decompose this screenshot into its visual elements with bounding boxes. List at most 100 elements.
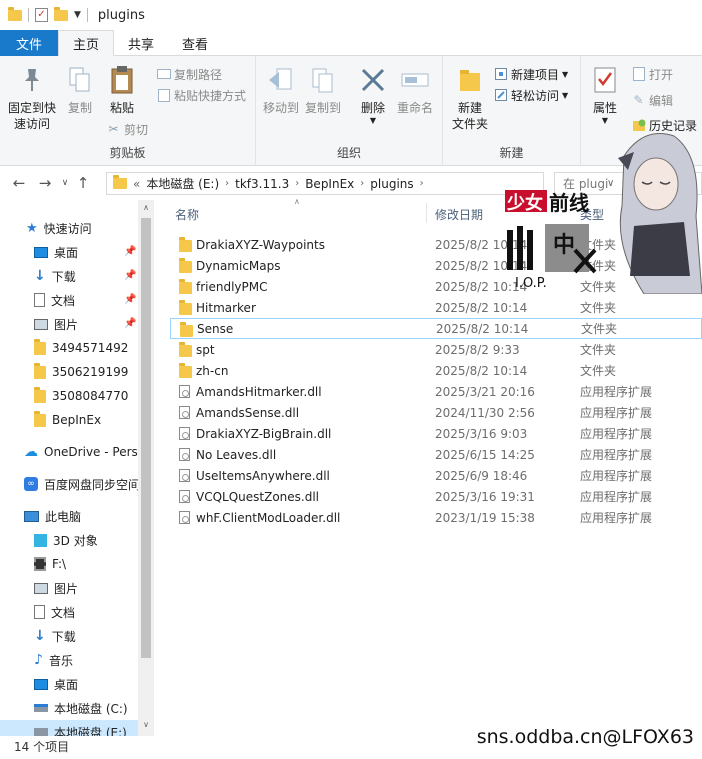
file-name: No Leaves.dll — [196, 447, 277, 462]
nav-baidu-netdisk[interactable]: ∞ 百度网盘同步空间 — [24, 472, 140, 496]
paste-shortcut-button[interactable]: 粘贴快捷方式 — [156, 85, 246, 105]
film-drive-icon — [34, 557, 46, 571]
new-folder-icon — [455, 64, 485, 96]
copy-path-icon — [156, 67, 171, 81]
breadcrumb-overflow[interactable]: « — [133, 177, 140, 191]
column-divider[interactable] — [426, 203, 427, 223]
file-row[interactable]: zh-cn 2025/8/2 10:14 文件夹 — [170, 360, 702, 381]
nav-item-folder-3508084770[interactable]: 3508084770 — [34, 384, 128, 408]
new-folder-quick-icon[interactable] — [54, 6, 68, 21]
nav-this-pc[interactable]: 此电脑 — [24, 504, 81, 528]
easy-access-button[interactable]: 轻松访问 ▼ — [493, 85, 568, 105]
file-row[interactable]: No Leaves.dll 2025/6/15 14:25 应用程序扩展 — [170, 444, 702, 465]
nav-item-pictures[interactable]: 图片 — [34, 312, 78, 336]
delete-x-icon — [358, 64, 388, 96]
nav-pc-desktop[interactable]: 桌面 — [34, 672, 78, 696]
forward-arrow-icon[interactable]: → — [32, 174, 58, 192]
open-icon — [631, 67, 646, 81]
edit-button[interactable]: ✎ 编辑 — [631, 90, 673, 110]
scroll-up-icon[interactable]: ∧ — [138, 203, 154, 212]
file-row[interactable]: DrakiaXYZ-BigBrain.dll 2025/3/16 9:03 应用程序… — [170, 423, 702, 444]
nav-pc-3d-objects[interactable]: 3D 对象 — [34, 528, 98, 552]
nav-item-downloads[interactable]: ↓ 下载 — [34, 264, 76, 288]
tab-home[interactable]: 主页 — [58, 30, 115, 57]
nav-onedrive[interactable]: ☁ OneDrive - Pers — [24, 440, 138, 464]
breadcrumb-bepinex[interactable]: BepInEx — [305, 177, 354, 191]
tab-file[interactable]: 文件 — [0, 30, 58, 56]
pin-icon[interactable]: 📌 — [124, 246, 136, 257]
back-arrow-icon[interactable]: ← — [6, 174, 32, 192]
pin-icon[interactable]: 📌 — [124, 294, 136, 305]
file-row[interactable]: AmandsHitmarker.dll 2025/3/21 20:16 应用程序扩展 — [170, 381, 702, 402]
nav-pc-drive-e[interactable]: 本地磁盘 (E:) — [0, 720, 138, 736]
pin-quick-access-button[interactable]: 固定到快 速访问 — [6, 64, 58, 132]
file-name: DrakiaXYZ-BigBrain.dll — [196, 426, 332, 441]
pin-icon[interactable]: 📌 — [124, 270, 136, 281]
breadcrumb-tkf[interactable]: tkf3.11.3 — [235, 177, 289, 191]
pin-icon[interactable]: 📌 — [124, 318, 136, 329]
pin-label: 固定到快 速访问 — [7, 101, 56, 131]
chevron-down-icon[interactable]: ▼ — [370, 116, 376, 126]
up-arrow-icon[interactable]: ↑ — [72, 174, 94, 192]
column-header-modified[interactable]: 修改日期 — [435, 203, 483, 225]
cut-button[interactable]: ✂ 剪切 — [106, 119, 148, 139]
nav-item-desktop[interactable]: 桌面 — [34, 240, 78, 264]
tab-share[interactable]: 共享 — [114, 30, 168, 56]
chevron-right-icon[interactable]: › — [420, 178, 424, 189]
chevron-down-icon[interactable]: ▼ — [562, 91, 568, 100]
delete-button[interactable]: 删除 ▼ — [356, 64, 390, 126]
file-row[interactable]: VCQLQuestZones.dll 2025/3/16 19:31 应用程序扩展 — [170, 486, 702, 507]
nav-quick-access[interactable]: ★ 快速访问 — [26, 216, 92, 240]
address-bar[interactable]: « 本地磁盘 (E:) › tkf3.11.3 › BepInEx › plug… — [106, 172, 642, 195]
recent-chevron-icon[interactable]: ∨ — [58, 178, 72, 188]
nav-label: 图片 — [54, 317, 79, 332]
nav-pc-music[interactable]: ♪ 音乐 — [34, 648, 73, 672]
file-row[interactable]: Sense 2025/8/2 10:14 文件夹 — [170, 318, 702, 339]
file-row[interactable]: spt 2025/8/2 9:33 文件夹 — [170, 339, 702, 360]
scrollbar-thumb[interactable] — [141, 218, 151, 658]
chevron-down-icon[interactable]: ▼ — [562, 70, 568, 79]
nav-item-folder-3506219199[interactable]: 3506219199 — [34, 360, 128, 384]
copy-button[interactable]: 复制 — [62, 64, 98, 116]
new-item-button[interactable]: 新建项目 ▼ — [493, 64, 568, 84]
rename-button[interactable]: 重命名 — [394, 64, 436, 116]
chevron-right-icon[interactable]: › — [360, 178, 364, 189]
properties-button[interactable]: 属性 ▼ — [589, 64, 621, 126]
nav-scrollbar[interactable]: ∧ ∨ — [138, 200, 154, 736]
nav-pc-drive-c[interactable]: 本地磁盘 (C:) — [34, 696, 128, 720]
file-row[interactable]: AmandsSense.dll 2024/11/30 2:56 应用程序扩展 — [170, 402, 702, 423]
breadcrumb-plugins[interactable]: plugins — [370, 177, 413, 191]
file-type: 应用程序扩展 — [580, 385, 653, 399]
chevron-down-icon[interactable]: ▼ — [602, 116, 608, 126]
nav-pc-drive-f[interactable]: F:\ — [34, 552, 66, 576]
copy-to-button[interactable]: 复制到 — [304, 64, 342, 116]
breadcrumb-drive-e[interactable]: 本地磁盘 (E:) — [146, 175, 219, 192]
paste-button[interactable]: 粘贴 — [104, 64, 140, 116]
chevron-right-icon[interactable]: › — [295, 178, 299, 189]
open-button[interactable]: 打开 — [631, 64, 673, 84]
file-modified-date: 2023/1/19 15:38 — [435, 510, 535, 525]
chevron-down-icon[interactable]: ▼ — [74, 10, 81, 20]
column-header-name[interactable]: 名称 — [175, 203, 199, 225]
nav-item-folder-3494571492[interactable]: 3494571492 — [34, 336, 128, 360]
rename-label: 重命名 — [396, 101, 433, 115]
nav-item-documents[interactable]: 文档 — [34, 288, 75, 312]
new-item-label: 新建项目 — [511, 67, 560, 82]
nav-pc-downloads[interactable]: ↓ 下载 — [34, 624, 76, 648]
nav-pc-documents[interactable]: 文档 — [34, 600, 75, 624]
move-to-button[interactable]: 移动到 — [262, 64, 300, 116]
drive-icon — [34, 728, 48, 736]
tab-view[interactable]: 查看 — [168, 30, 222, 56]
nav-item-bepinex[interactable]: BepInEx — [34, 408, 101, 432]
file-row[interactable]: whF.ClientModLoader.dll 2023/1/19 15:38 应用… — [170, 507, 702, 528]
scroll-down-icon[interactable]: ∨ — [138, 720, 154, 729]
nav-label: OneDrive - Pers — [44, 445, 138, 459]
file-row[interactable]: UseItemsAnywhere.dll 2025/6/9 18:46 应用程序扩展 — [170, 465, 702, 486]
nav-pc-pictures[interactable]: 图片 — [34, 576, 78, 600]
easy-access-icon — [493, 88, 508, 102]
copy-path-button[interactable]: 复制路径 — [156, 64, 222, 84]
chevron-right-icon[interactable]: › — [225, 178, 229, 189]
file-row[interactable]: Hitmarker 2025/8/2 10:14 文件夹 — [170, 297, 702, 318]
properties-quick-icon[interactable]: ✓ — [35, 8, 48, 22]
new-folder-button[interactable]: 新建 文件夹 — [447, 64, 493, 132]
